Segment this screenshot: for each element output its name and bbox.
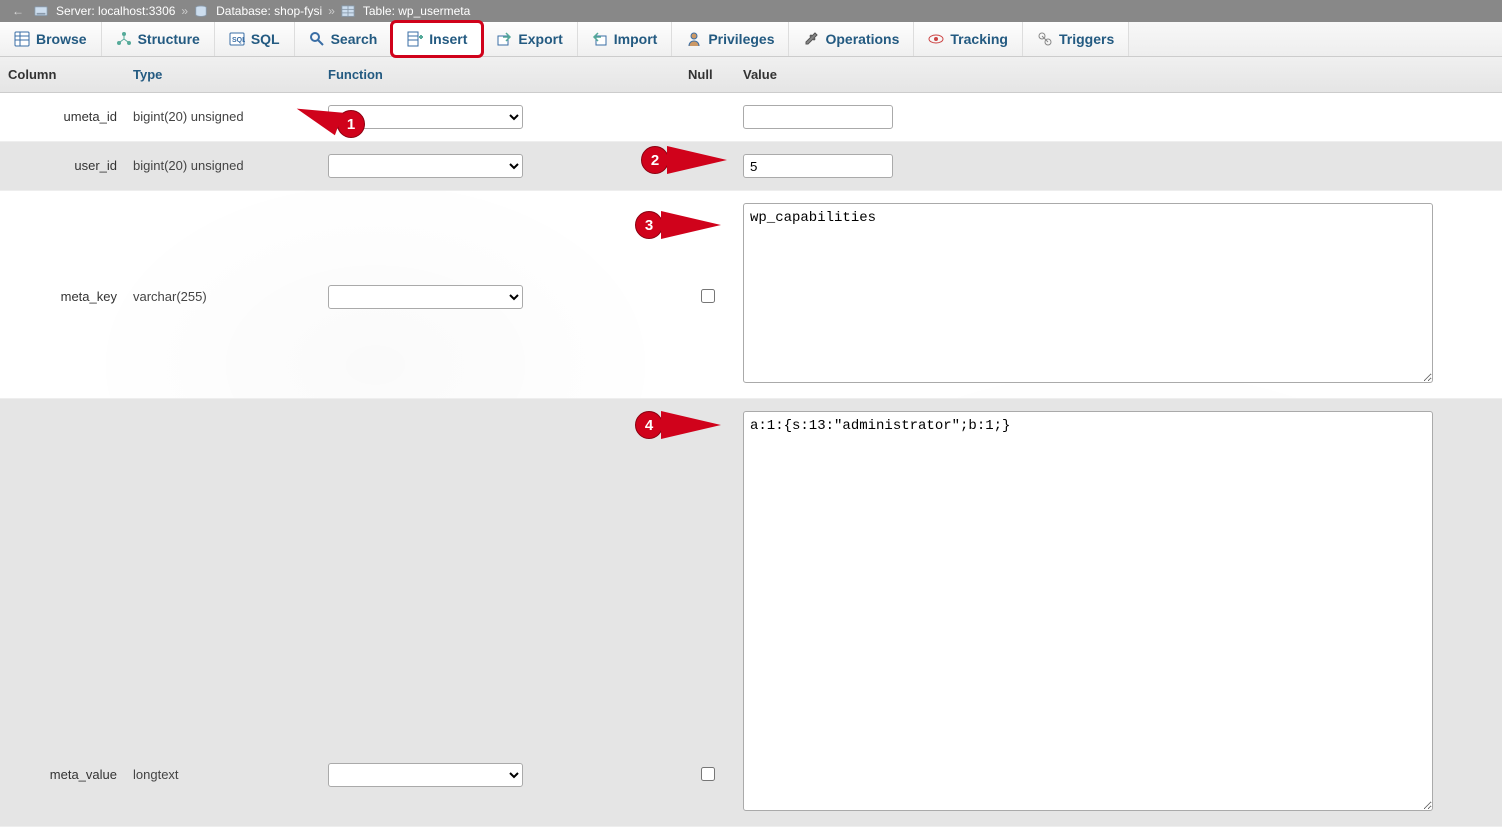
null-checkbox[interactable] [701,767,715,781]
tab-label: SQL [251,31,280,47]
triggers-icon [1037,31,1053,47]
tab-label: Operations [825,31,899,47]
header-column: Column [0,63,125,86]
function-select[interactable] [328,763,523,787]
tab-label: Browse [36,31,87,47]
header-function[interactable]: Function [320,63,680,86]
tab-label: Privileges [708,31,774,47]
tab-insert[interactable]: Insert [390,20,484,58]
header-type[interactable]: Type [125,63,320,86]
tab-label: Triggers [1059,31,1114,47]
tab-label: Export [518,31,562,47]
database-icon [194,5,208,17]
breadcrumb-database[interactable]: Database: shop-fysi [216,4,322,18]
insert-row: umeta_id bigint(20) unsigned [0,93,1502,142]
column-type: varchar(255) [125,199,320,308]
breadcrumb-server[interactable]: Server: localhost:3306 [56,4,175,18]
tab-search[interactable]: Search [295,22,393,56]
browse-icon [14,31,30,47]
value-input[interactable] [743,105,893,129]
function-select[interactable] [328,285,523,309]
server-icon [34,5,48,17]
sql-icon: SQL [229,31,245,47]
breadcrumb-sep: » [181,4,188,18]
tab-label: Search [331,31,378,47]
breadcrumb-table[interactable]: Table: wp_usermeta [363,4,470,18]
tab-privileges[interactable]: Privileges [672,22,789,56]
privileges-icon [686,31,702,47]
tab-export[interactable]: Export [482,22,577,56]
value-textarea[interactable] [743,411,1433,811]
import-icon [592,31,608,47]
tab-label: Insert [429,31,467,47]
value-input[interactable] [743,154,893,178]
tab-operations[interactable]: Operations [789,22,914,56]
insert-row: meta_value longtext 4 [0,399,1502,827]
insert-row: meta_key varchar(255) 3 [0,191,1502,399]
value-textarea[interactable] [743,203,1433,383]
column-name: umeta_id [0,101,125,128]
function-select[interactable] [328,105,523,129]
function-select[interactable] [328,154,523,178]
insert-row: user_id bigint(20) unsigned 2 [0,142,1502,191]
tab-browse[interactable]: Browse [0,22,102,56]
tab-tracking[interactable]: Tracking [914,22,1023,56]
breadcrumb: ← Server: localhost:3306 » Database: sho… [0,0,1502,22]
tab-structure[interactable]: Structure [102,22,215,56]
table-icon [341,5,355,17]
tab-label: Tracking [950,31,1008,47]
column-name: user_id [0,150,125,177]
tab-label: Import [614,31,658,47]
header-null: Null [680,63,735,86]
tab-triggers[interactable]: Triggers [1023,22,1129,56]
insert-table-header: Column Type Function Null Value [0,57,1502,93]
column-type: bigint(20) unsigned [125,101,320,128]
column-type: bigint(20) unsigned [125,150,320,177]
tab-label: Structure [138,31,200,47]
tracking-icon [928,31,944,47]
header-value: Value [735,63,1502,86]
column-name: meta_value [0,407,125,786]
structure-icon [116,31,132,47]
insert-icon [407,31,423,47]
null-checkbox[interactable] [701,289,715,303]
column-name: meta_key [0,199,125,308]
tab-bar: Browse Structure SQL SQL Search Insert E… [0,22,1502,57]
svg-text:SQL: SQL [232,37,245,44]
tab-sql[interactable]: SQL SQL [215,22,295,56]
column-type: longtext [125,407,320,786]
export-icon [496,31,512,47]
back-arrow-icon[interactable]: ← [8,4,28,18]
search-icon [309,31,325,47]
breadcrumb-sep: » [328,4,335,18]
tab-import[interactable]: Import [578,22,673,56]
operations-icon [803,31,819,47]
